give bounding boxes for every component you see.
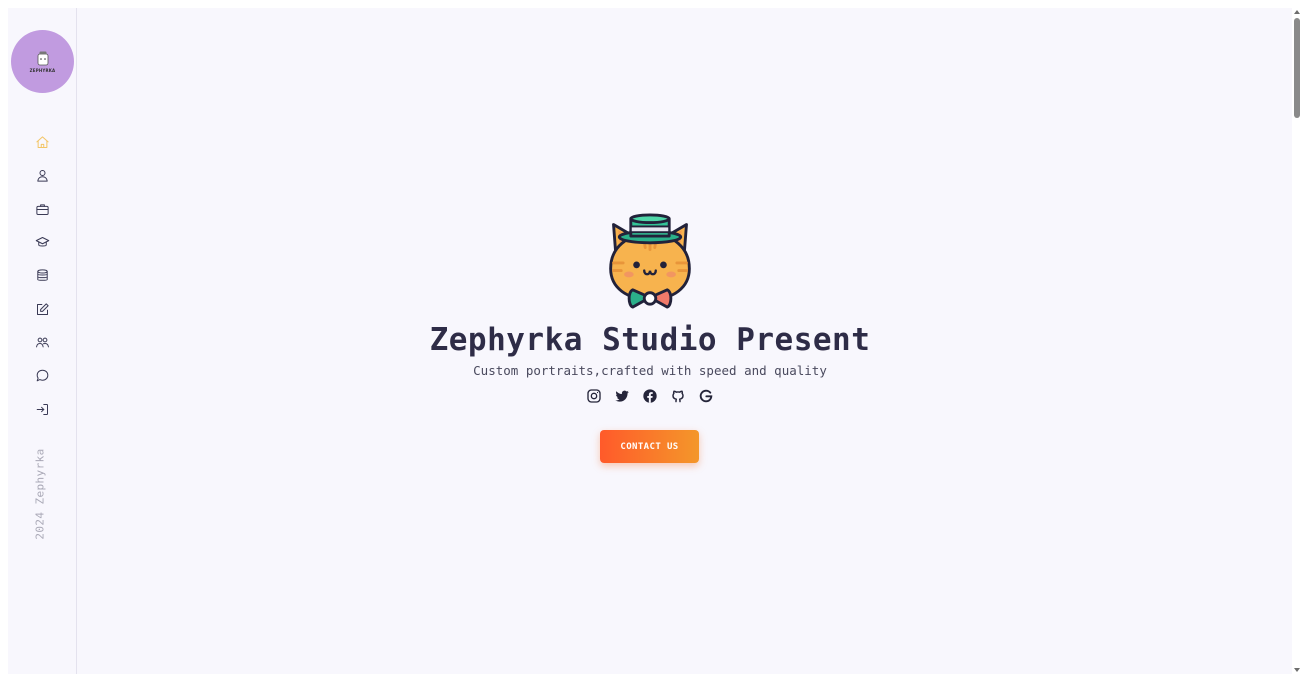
google-link[interactable]: [698, 388, 714, 404]
cat-avatar-icon: [609, 213, 691, 309]
github-icon: [672, 390, 684, 403]
google-icon: [699, 389, 713, 403]
page-viewport: ZEPHYRKA 2024 Zephyrka Zephyrka Studio P…: [8, 8, 1292, 674]
instagram-icon: [587, 389, 601, 403]
github-link[interactable]: [670, 388, 686, 404]
page-subtitle: Custom portraits,crafted with speed and …: [473, 363, 827, 378]
scroll-down-arrow[interactable]: [1294, 668, 1300, 672]
scroll-up-arrow[interactable]: [1294, 10, 1300, 14]
twitter-icon: [615, 390, 629, 402]
hero-section: Zephyrka Studio Present Custom portraits…: [8, 8, 1292, 674]
contact-us-button[interactable]: CONTACT US: [600, 430, 699, 463]
instagram-link[interactable]: [586, 388, 602, 404]
twitter-link[interactable]: [614, 388, 630, 404]
scroll-thumb[interactable]: [1294, 18, 1300, 118]
page-scrollbar[interactable]: [1292, 8, 1302, 674]
social-links: [582, 388, 718, 404]
facebook-link[interactable]: [642, 388, 658, 404]
page-title: Zephyrka Studio Present: [429, 322, 871, 358]
facebook-icon: [643, 389, 657, 403]
